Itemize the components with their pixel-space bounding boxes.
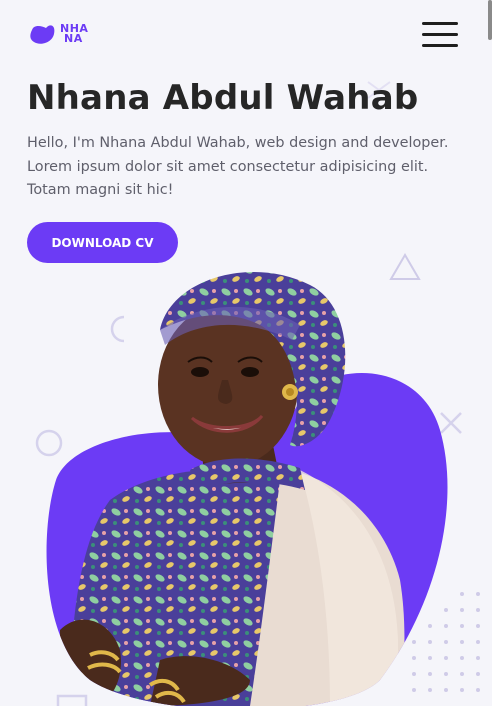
logo-line-2: NA: [64, 32, 83, 45]
logo-blob-icon: [30, 25, 55, 44]
hero-illustration: [46, 272, 448, 706]
site-header: NHA NA: [0, 0, 492, 70]
scrollbar[interactable]: [488, 0, 492, 40]
logo[interactable]: NHA NA: [28, 22, 88, 46]
hamburger-menu-icon[interactable]: [422, 22, 458, 48]
hero-description: Hello, I'm Nhana Abdul Wahab, web design…: [27, 135, 449, 198]
logo-text: NHA NA: [60, 23, 88, 45]
page-title: Nhana Abdul Wahab: [27, 78, 419, 118]
